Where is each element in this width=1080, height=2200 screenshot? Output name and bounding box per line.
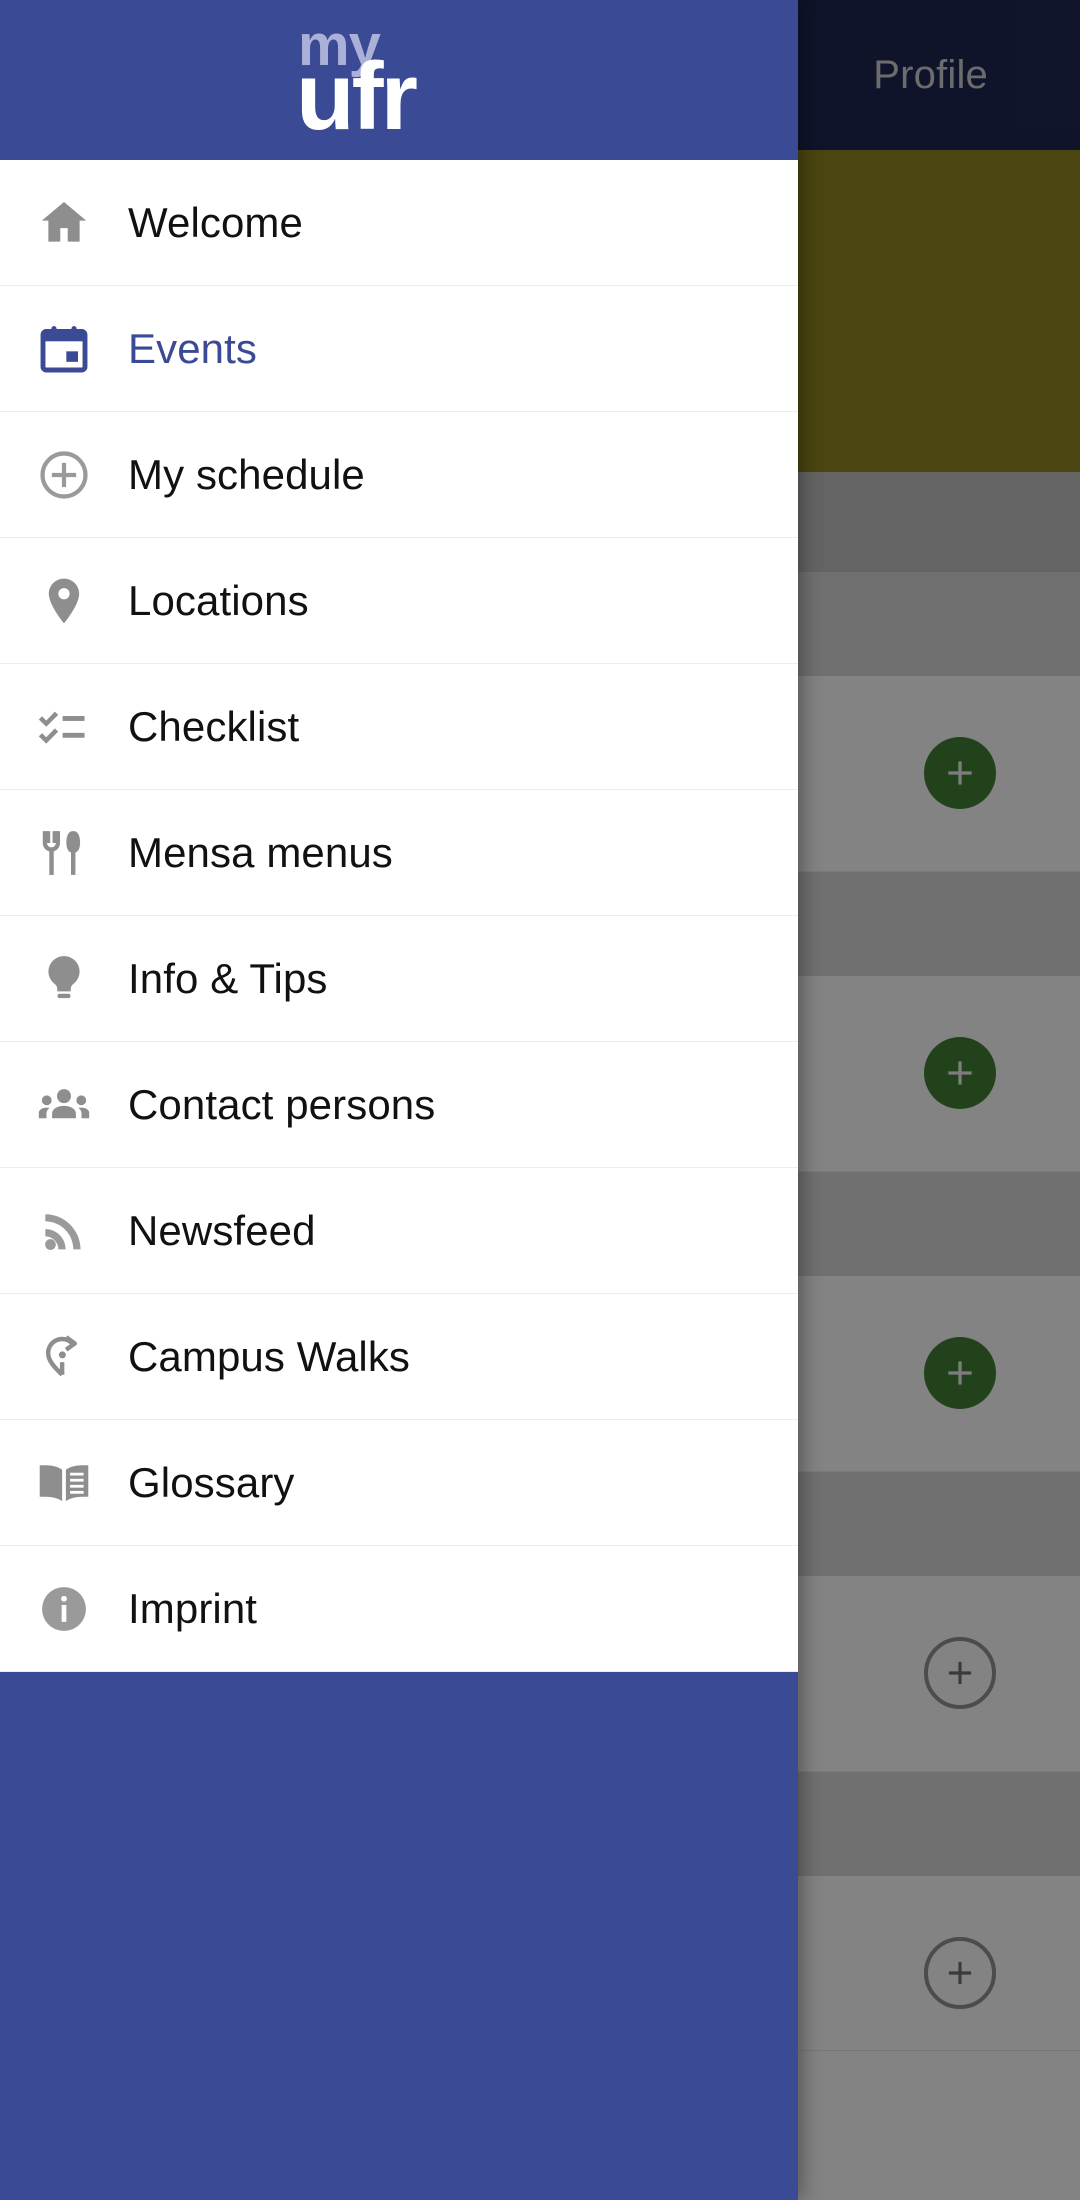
menu-item-campus-walks[interactable]: Campus Walks: [0, 1294, 798, 1420]
navigation-drawer: my ufr Welcome Events My schedule Locati…: [0, 0, 798, 2200]
info-icon: [36, 1581, 128, 1637]
menu-item-info-tips[interactable]: Info & Tips: [0, 916, 798, 1042]
calendar-icon: [36, 321, 128, 377]
menu-item-imprint[interactable]: Imprint: [0, 1546, 798, 1672]
map-pin-icon: [36, 573, 128, 629]
walk-pin-icon: [36, 1329, 128, 1385]
menu-item-label: My schedule: [128, 450, 365, 498]
drawer-menu-list: Welcome Events My schedule Locations Che…: [0, 160, 798, 1672]
home-icon: [36, 195, 128, 251]
app-logo: my ufr: [294, 15, 504, 145]
menu-item-label: Welcome: [128, 198, 303, 246]
menu-item-mensa-menus[interactable]: Mensa menus: [0, 790, 798, 916]
menu-item-contact-persons[interactable]: Contact persons: [0, 1042, 798, 1168]
menu-item-my-schedule[interactable]: My schedule: [0, 412, 798, 538]
menu-item-label: Events: [128, 324, 257, 372]
menu-item-events[interactable]: Events: [0, 286, 798, 412]
menu-item-label: Mensa menus: [128, 828, 393, 876]
book-icon: [36, 1455, 128, 1511]
menu-item-label: Newsfeed: [128, 1206, 316, 1254]
menu-item-label: Campus Walks: [128, 1332, 411, 1380]
people-icon: [36, 1077, 128, 1133]
menu-item-label: Info & Tips: [128, 954, 328, 1002]
menu-item-label: Checklist: [128, 702, 300, 750]
menu-item-label: Contact persons: [128, 1080, 436, 1128]
cutlery-icon: [36, 825, 128, 881]
lightbulb-icon: [36, 951, 128, 1007]
plus-circle-icon: [36, 447, 128, 503]
menu-item-locations[interactable]: Locations: [0, 538, 798, 664]
menu-item-label: Glossary: [128, 1458, 295, 1506]
drawer-footer: [0, 1672, 798, 2200]
menu-item-label: Imprint: [128, 1584, 258, 1632]
menu-item-checklist[interactable]: Checklist: [0, 664, 798, 790]
drawer-header: my ufr: [0, 0, 798, 160]
checklist-icon: [36, 699, 128, 755]
menu-item-glossary[interactable]: Glossary: [0, 1420, 798, 1546]
menu-item-newsfeed[interactable]: Newsfeed: [0, 1168, 798, 1294]
menu-item-label: Locations: [128, 576, 309, 624]
rss-icon: [36, 1203, 128, 1259]
logo-text-ufr: ufr: [296, 43, 418, 150]
menu-item-welcome[interactable]: Welcome: [0, 160, 798, 286]
